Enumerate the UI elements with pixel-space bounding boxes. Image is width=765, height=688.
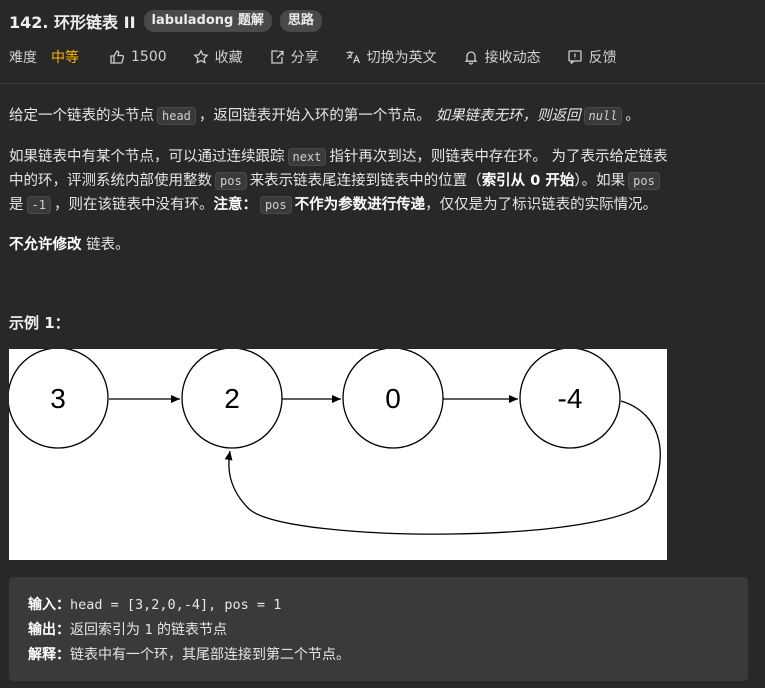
node-value: 0 xyxy=(385,383,401,414)
desc-text: 来表示链表尾连接到链表中的位置（ xyxy=(249,173,482,189)
like-button[interactable]: 1500 xyxy=(109,49,167,65)
share-button[interactable]: 分享 xyxy=(269,47,319,67)
desc-text: 如果链表中有某个节点，可以通过连续跟踪 xyxy=(9,149,285,165)
node-value: 2 xyxy=(224,383,240,414)
problem-title: 142. 环形链表 II xyxy=(9,13,136,32)
subscribe-label: 接收动态 xyxy=(484,50,541,66)
header-divider xyxy=(0,83,765,84)
feedback-button[interactable]: 反馈 xyxy=(567,47,617,67)
translate-icon xyxy=(345,49,361,65)
example-code-block: 输入：head = [3,2,0,-4], pos = 1 输出：返回索引为 1… xyxy=(9,577,748,681)
bell-icon xyxy=(463,49,479,65)
explanation-text: 链表中有一个环，其尾部连接到第二个节点。 xyxy=(70,647,350,663)
inline-code-pos: pos xyxy=(215,172,247,190)
feedback-icon xyxy=(567,49,583,65)
favorite-label: 收藏 xyxy=(214,50,243,66)
output-label: 输出： xyxy=(28,622,70,638)
desc-text: ，返回链表开始入环的第一个节点。 xyxy=(198,108,431,124)
desc-text: 给定一个链表的头节点 xyxy=(9,108,154,124)
list-node: 2 xyxy=(181,347,283,449)
linked-list-svg: 3 2 0 -4 xyxy=(7,347,661,535)
linked-list-diagram: 3 2 0 -4 xyxy=(7,347,667,560)
desc-text: 链表。 xyxy=(86,237,130,253)
desc-bold-text: 索引从 0 开始 xyxy=(481,173,575,189)
input-label: 输入： xyxy=(28,597,70,613)
desc-text: 中的环，评测系统内部使用整数 xyxy=(9,173,212,189)
example-output-line: 输出：返回索引为 1 的链表节点 xyxy=(28,619,227,639)
favorite-button[interactable]: 收藏 xyxy=(193,47,243,67)
description-paragraph-3: 不允许修改 链表。 xyxy=(9,233,759,257)
node-value: -4 xyxy=(558,383,583,414)
output-text: 返回索引为 xyxy=(70,622,140,638)
desc-text: 。 xyxy=(625,108,640,124)
desc-italic-text: 如果链表无环，则返回 xyxy=(435,108,581,124)
like-count: 1500 xyxy=(131,49,167,65)
inline-code-pos: pos xyxy=(259,196,292,214)
desc-text: ，仅仅是为了标识链表的实际情况。 xyxy=(425,197,658,213)
example-explanation-line: 解释：链表中有一个环，其尾部连接到第二个节点。 xyxy=(28,644,350,664)
example-title: 示例 1： xyxy=(9,314,70,332)
inline-code-pos: pos xyxy=(628,172,660,190)
desc-bold-text: 不作为参数进行传递 xyxy=(294,197,426,213)
description-paragraph-2: 如果链表中有某个节点，可以通过连续跟踪 next 指针再次到达，则链表中存在环。 为… xyxy=(9,145,759,217)
inline-code-head: head xyxy=(157,107,196,125)
subscribe-button[interactable]: 接收动态 xyxy=(463,47,541,67)
thumbs-up-icon xyxy=(109,49,125,65)
output-code: 1 xyxy=(144,622,153,638)
desc-text: 是 xyxy=(9,197,24,213)
meta-toolbar: 难度 中等 1500 收藏 分享 切换为英文 接收动态 反馈 xyxy=(9,45,643,69)
inline-code-next: next xyxy=(287,148,327,166)
node-value: 3 xyxy=(50,383,66,414)
share-icon xyxy=(269,49,285,65)
feedback-label: 反馈 xyxy=(588,50,617,66)
tag-labuladong[interactable]: labuladong 题解 xyxy=(143,10,272,32)
tag-idea[interactable]: 思路 xyxy=(279,10,322,32)
share-label: 分享 xyxy=(290,50,319,66)
desc-text: ）。如果 xyxy=(574,173,626,189)
difficulty-value: 中等 xyxy=(51,50,79,66)
desc-bold-text: 注意： xyxy=(213,197,257,213)
output-text: 的链表节点 xyxy=(157,622,228,638)
list-node: 0 xyxy=(342,347,444,449)
difficulty-label: 难度 xyxy=(9,50,37,66)
title-row: 142. 环形链表 II labuladong 题解 思路 xyxy=(9,8,322,34)
switch-language-label: 切换为英文 xyxy=(366,50,437,66)
star-icon xyxy=(193,49,209,65)
description-paragraph-1: 给定一个链表的头节点 head ，返回链表开始入环的第一个节点。 如果链表无环，则返… xyxy=(9,104,759,128)
desc-text: 指针再次到达，则链表中存在环。 为了表示给定链表 xyxy=(329,149,668,165)
inline-code-minus-one: -1 xyxy=(26,196,51,214)
desc-bold-text: 不允许修改 xyxy=(9,237,82,253)
input-value: head = [3,2,0,-4], pos = 1 xyxy=(70,597,282,613)
inline-code-null: null xyxy=(583,107,623,125)
switch-language-button[interactable]: 切换为英文 xyxy=(345,47,437,67)
explanation-label: 解释： xyxy=(28,647,70,663)
list-node: -4 xyxy=(519,347,621,449)
list-node: 3 xyxy=(7,347,109,449)
desc-text: ，则在该链表中没有环。 xyxy=(53,197,214,213)
example-input-line: 输入：head = [3,2,0,-4], pos = 1 xyxy=(28,594,281,614)
